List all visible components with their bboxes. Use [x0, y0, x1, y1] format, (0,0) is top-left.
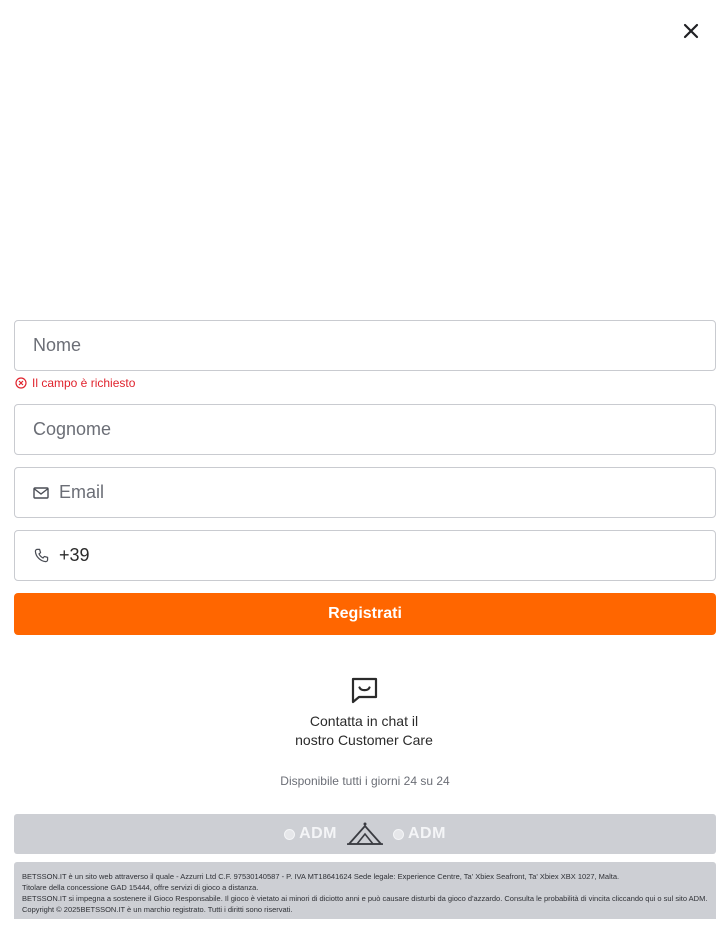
first-name-placeholder: Nome — [33, 335, 82, 355]
legal-notice: BETSSON.IT è un sito web attraverso il q… — [14, 862, 716, 919]
error-text: Il campo è richiesto — [32, 376, 136, 390]
adm-seal-icon — [393, 828, 404, 840]
last-name-field[interactable]: Cognome — [14, 404, 716, 455]
close-icon — [683, 23, 699, 39]
adm-emblem-icon — [345, 820, 385, 848]
mail-icon — [33, 485, 49, 501]
close-button[interactable] — [678, 18, 704, 44]
adm-seal-icon — [284, 828, 296, 840]
phone-value: +39 — [59, 545, 90, 565]
register-label: Registrati — [328, 605, 402, 622]
adm-logo: ADM — [284, 825, 337, 843]
adm-logo-text: ADM — [299, 825, 337, 842]
legal-line: Copyright © 2025BETSSON.IT è un marchio … — [22, 905, 293, 914]
chat-link[interactable]: Contatta in chat il nostro Customer Care — [0, 712, 726, 750]
register-button[interactable]: Registrati — [14, 593, 716, 635]
chat-text-line2: nostro Customer Care — [295, 732, 433, 748]
phone-field[interactable]: +39 — [14, 530, 716, 581]
email-field[interactable]: Email — [14, 467, 716, 518]
adm-logo-text: ADM — [408, 825, 446, 842]
legal-line: Titolare della concessione GAD 15444, of… — [22, 883, 259, 892]
adm-logo: ADM — [393, 825, 446, 843]
chat-icon[interactable] — [350, 676, 379, 704]
last-name-placeholder: Cognome — [33, 419, 112, 439]
email-placeholder: Email — [59, 482, 105, 502]
error-circle-icon — [15, 377, 27, 389]
legal-line: BETSSON.IT si impegna a sostenere il Gio… — [22, 894, 708, 903]
regulator-logos: ADM ADM — [14, 814, 716, 854]
availability-text: Disponibile tutti i giorni 24 su 24 — [280, 774, 450, 788]
first-name-field[interactable]: Nome — [14, 320, 716, 371]
chat-text-line1: Contatta in chat il — [309, 713, 419, 729]
legal-line: BETSSON.IT è un sito web attraverso il q… — [22, 872, 620, 881]
phone-icon — [33, 548, 49, 564]
first-name-error: Il campo è richiesto — [15, 376, 135, 390]
